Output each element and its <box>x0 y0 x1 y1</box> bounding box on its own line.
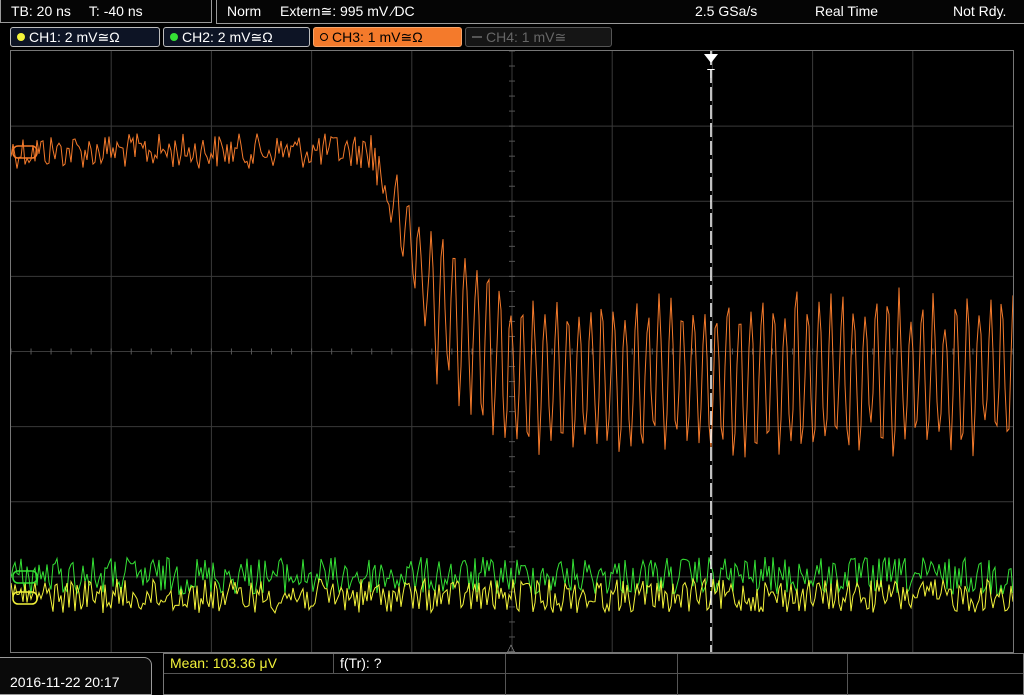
trigger-mode[interactable]: Norm <box>227 3 261 19</box>
waveform-display[interactable]: T △ <box>10 50 1014 653</box>
channel-tabs: CH1: 2 mV≅Ω CH2: 2 mV≅Ω CH3: 1 mV≅Ω CH4:… <box>0 26 1024 48</box>
measurement-slot-3[interactable] <box>506 654 678 674</box>
channel-dot-icon <box>320 33 328 41</box>
tab-ch2-label: CH2: 2 mV≅Ω <box>182 28 273 45</box>
ground-reference-icon: △ <box>507 643 515 652</box>
measurement-slot-7[interactable] <box>506 674 678 695</box>
tab-ch4-label: CH4: 1 mV≅ <box>486 28 567 45</box>
waveform-canvas[interactable]: T △ <box>11 51 1013 652</box>
sample-rate[interactable]: 2.5 GSa/s <box>695 3 757 19</box>
tab-ch3-label: CH3: 1 mV≅Ω <box>332 28 423 45</box>
trigger-source[interactable]: Extern≅: 995 mV ∕DC <box>280 3 415 20</box>
status-bar: TB: 20 ns T: -40 ns Norm Extern≅: 995 mV… <box>0 0 1024 24</box>
bottom-bar: 2016-11-22 20:17 Mean: 103.36 μV f(Tr): … <box>0 653 1024 695</box>
channel-dot-icon <box>17 33 25 41</box>
channel-dot-icon <box>170 33 178 41</box>
tab-ch4[interactable]: CH4: 1 mV≅ <box>465 27 612 47</box>
channel-dash-icon <box>472 36 482 38</box>
datetime-value: 2016-11-22 20:17 <box>10 674 120 690</box>
trigger-panel[interactable]: Norm Extern≅: 995 mV ∕DC 2.5 GSa/s Real … <box>216 0 1024 24</box>
trigger-time-value[interactable]: T: -40 ns <box>89 3 143 19</box>
timebase-panel[interactable]: TB: 20 ns T: -40 ns <box>0 0 212 23</box>
tab-ch1-label: CH1: 2 mV≅Ω <box>29 28 120 45</box>
measurement-slot-6[interactable] <box>164 674 506 695</box>
tab-ch2[interactable]: CH2: 2 mV≅Ω <box>163 27 310 47</box>
measurement-slot-8[interactable] <box>678 674 848 695</box>
timebase-value[interactable]: TB: 20 ns <box>11 3 71 19</box>
tab-ch3[interactable]: CH3: 1 mV≅Ω <box>313 27 462 47</box>
acquisition-mode[interactable]: Real Time <box>815 3 878 19</box>
acquisition-state: Not Rdy. <box>953 3 1007 19</box>
datetime-display: 2016-11-22 20:17 <box>0 657 152 695</box>
measurement-panel[interactable]: Mean: 103.36 μV f(Tr): ? <box>163 653 1024 695</box>
measurement-slot-5[interactable] <box>848 654 1023 674</box>
trigger-position-icon[interactable] <box>704 54 718 63</box>
tab-ch1[interactable]: CH1: 2 mV≅Ω <box>10 27 160 47</box>
measurement-slot-4[interactable] <box>678 654 848 674</box>
measurement-mean[interactable]: Mean: 103.36 μV <box>164 654 334 674</box>
measurement-rise-frequency[interactable]: f(Tr): ? <box>334 654 506 674</box>
trigger-marker-label: T <box>707 66 715 81</box>
